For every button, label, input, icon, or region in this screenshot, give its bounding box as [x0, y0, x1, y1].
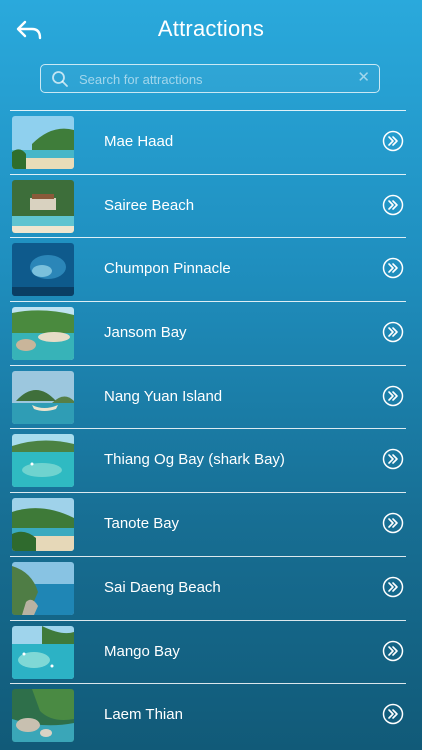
attraction-thumbnail [12, 689, 74, 743]
chevron-right-icon[interactable] [382, 321, 404, 343]
header-bar: Attractions [0, 0, 422, 60]
chevron-right-icon[interactable] [382, 385, 404, 407]
attraction-name: Mango Bay [104, 642, 180, 660]
list-item[interactable]: Sai Daeng Beach [10, 555, 406, 620]
attraction-name: Chumpon Pinnacle [104, 260, 231, 278]
attraction-name: Tanote Bay [104, 515, 180, 533]
attraction-name: Nang Yuan Island [104, 387, 223, 405]
attraction-name: Mae Haad [104, 133, 174, 150]
list-item[interactable]: Thiang Og Bay (shark Bay) [10, 428, 406, 492]
chevron-right-icon[interactable] [382, 130, 404, 152]
chevron-right-icon[interactable] [382, 257, 404, 279]
attraction-thumbnail [12, 243, 74, 297]
chevron-right-icon[interactable] [382, 640, 404, 662]
list-item[interactable]: Mango Bay [10, 619, 406, 684]
attraction-thumbnail [12, 116, 74, 169]
page-title: Attractions [157, 16, 265, 41]
attraction-thumbnail [12, 561, 74, 615]
list-item[interactable]: Sairee Beach [10, 173, 406, 238]
clear-search-icon[interactable]: ✕ [357, 69, 370, 87]
list-item[interactable]: Jansom Bay [10, 301, 406, 365]
list-item[interactable]: Mae Haad [10, 110, 406, 174]
search-input[interactable] [77, 68, 351, 90]
list-item[interactable]: Nang Yuan Island [10, 364, 406, 429]
attractions-list: Mae Haad Sairee Beach Chumpon Pinnacle J… [0, 110, 422, 747]
attraction-name: Laem Thian [104, 706, 183, 724]
attraction-thumbnail [12, 307, 74, 361]
attraction-thumbnail [12, 370, 74, 424]
chevron-right-icon[interactable] [382, 194, 404, 216]
list-item[interactable]: Laem Thian [10, 683, 406, 747]
attraction-name: Sai Daeng Beach [104, 578, 221, 596]
chevron-right-icon[interactable] [382, 512, 404, 534]
attraction-thumbnail [12, 434, 74, 488]
search-bar: ✕ [40, 64, 380, 93]
attraction-thumbnail [12, 498, 74, 552]
attraction-name: Sairee Beach [104, 196, 195, 214]
chevron-right-icon[interactable] [382, 448, 404, 470]
attraction-name: Thiang Og Bay (shark Bay) [104, 451, 285, 469]
attraction-thumbnail [12, 179, 74, 233]
attraction-thumbnail [12, 625, 74, 679]
list-item[interactable]: Chumpon Pinnacle [10, 237, 406, 301]
list-item[interactable]: Tanote Bay [10, 492, 406, 556]
attraction-name: Jansom Bay [104, 324, 187, 342]
search-icon [52, 71, 68, 87]
chevron-right-icon[interactable] [382, 703, 404, 725]
chevron-right-icon[interactable] [382, 576, 404, 598]
